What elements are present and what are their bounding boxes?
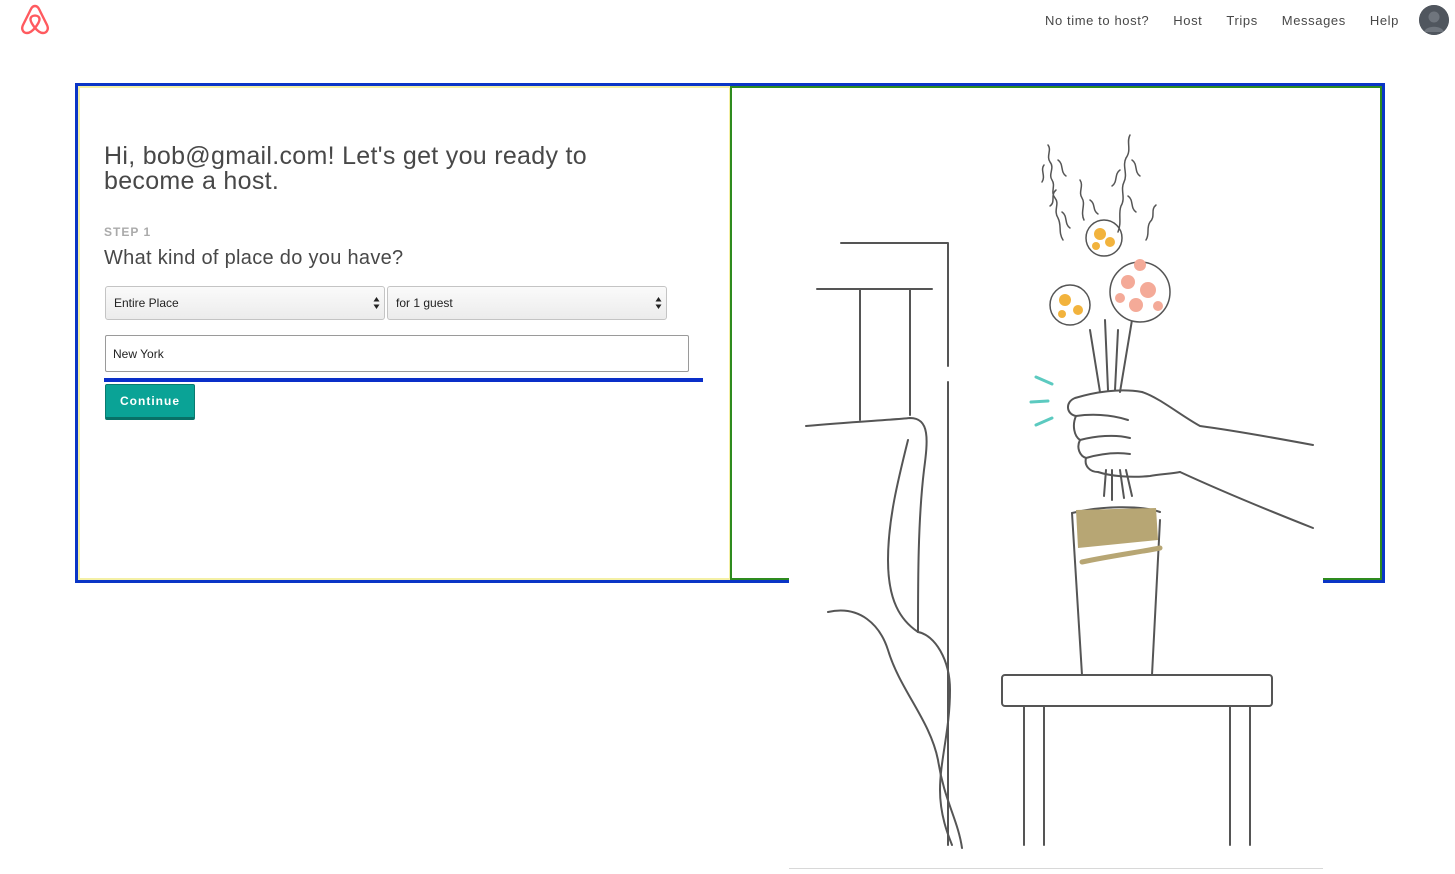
guest-count-select[interactable]: for 1 guest: [387, 286, 667, 320]
user-avatar-icon: [1419, 5, 1449, 35]
nav-link-help[interactable]: Help: [1370, 13, 1399, 28]
divider: [789, 868, 1323, 869]
airbnb-logo-icon[interactable]: [18, 2, 52, 36]
place-type-select[interactable]: Entire Place: [105, 286, 385, 320]
nav-link-trips[interactable]: Trips: [1226, 13, 1257, 28]
select-arrows-icon: [373, 297, 380, 309]
step-question: What kind of place do you have?: [104, 247, 404, 269]
nav-link-messages[interactable]: Messages: [1282, 13, 1346, 28]
nav-link-host[interactable]: Host: [1173, 13, 1202, 28]
flowers-illustration-icon: [805, 134, 1314, 849]
city-input-value: New York: [113, 346, 164, 361]
continue-button[interactable]: Continue: [105, 384, 195, 420]
nav-link-no-time-to-host[interactable]: No time to host?: [1045, 13, 1149, 28]
avatar[interactable]: [1419, 5, 1449, 35]
page-title: Hi, bob@gmail.com! Let's get you ready t…: [104, 142, 587, 195]
place-type-value: Entire Place: [114, 296, 179, 310]
top-nav: No time to host? Host Trips Messages Hel…: [1045, 0, 1455, 40]
host-onboarding-page: No time to host? Host Trips Messages Hel…: [0, 0, 1455, 874]
select-arrows-icon: [655, 297, 662, 309]
city-input[interactable]: New York: [105, 335, 689, 372]
guest-count-value: for 1 guest: [396, 296, 453, 310]
focus-underline: [104, 378, 703, 382]
step-label: STEP 1: [104, 225, 152, 239]
